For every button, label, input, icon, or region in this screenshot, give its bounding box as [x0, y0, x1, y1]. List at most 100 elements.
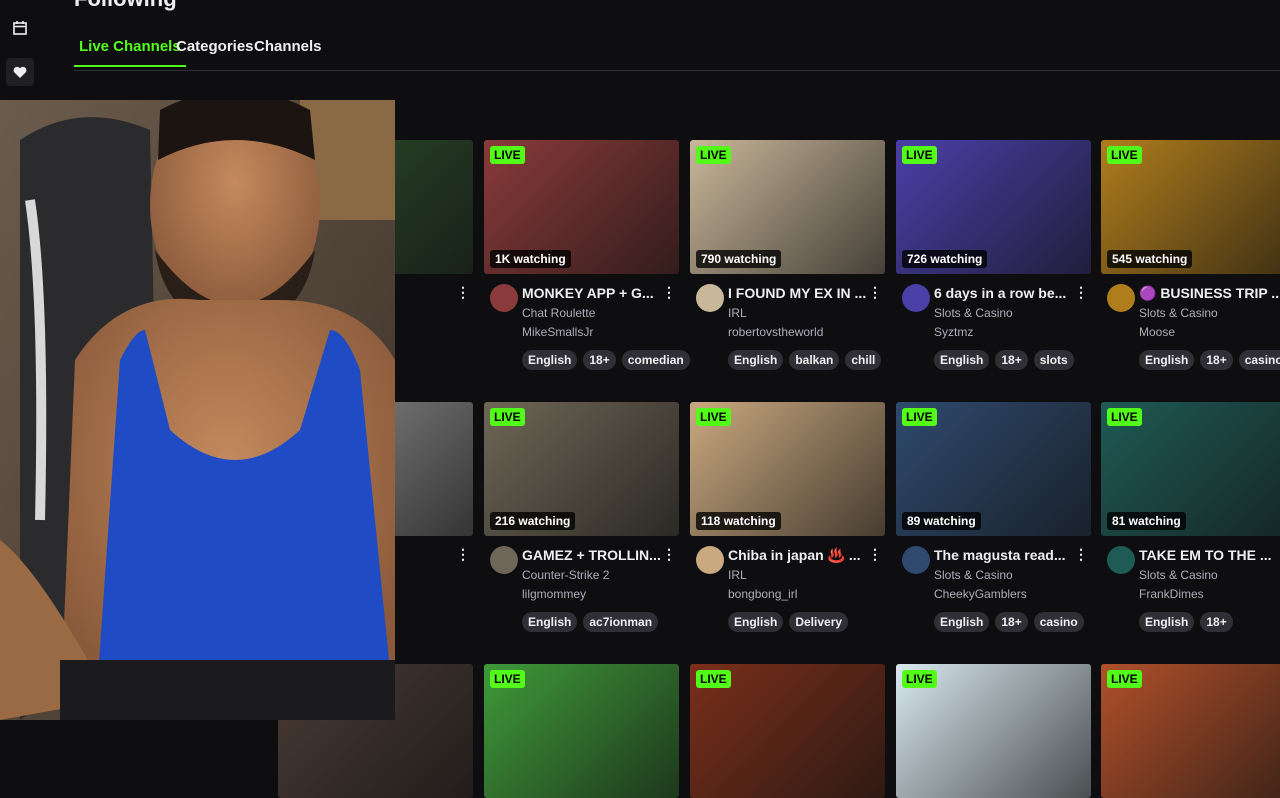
- stream-thumbnail[interactable]: LIVE 790 watching: [690, 140, 885, 274]
- live-badge: LIVE: [1107, 146, 1142, 164]
- more-options-icon[interactable]: ⋮: [1074, 546, 1088, 562]
- channel-name[interactable]: Syztmz: [934, 325, 973, 339]
- stream-thumbnail[interactable]: LIVE 89 watching: [896, 402, 1091, 536]
- live-badge: LIVE: [1107, 408, 1142, 426]
- category-link[interactable]: IRL: [728, 306, 747, 320]
- tag-list: English Delivery: [728, 612, 849, 632]
- category-link[interactable]: Chat Roulette: [522, 306, 595, 320]
- live-badge: LIVE: [696, 146, 731, 164]
- stream-title[interactable]: 6 days in a row be...: [934, 285, 1076, 301]
- more-options-icon[interactable]: ⋮: [662, 546, 676, 562]
- tab-live-channels[interactable]: Live Channels: [74, 36, 186, 67]
- channel-name[interactable]: Moose: [1139, 325, 1175, 339]
- tag-list: English 18+ comedian: [522, 350, 690, 370]
- tag-chip[interactable]: English: [522, 350, 578, 370]
- tag-list: English ac7ionman: [522, 612, 659, 632]
- tag-chip[interactable]: 18+: [995, 350, 1028, 370]
- tag-chip[interactable]: English: [1139, 612, 1195, 632]
- viewer-count: 81 watching: [1107, 512, 1186, 530]
- stream-thumbnail[interactable]: LIVE 726 watching: [896, 140, 1091, 274]
- stream-thumbnail[interactable]: LIVE 81 watching: [1101, 402, 1280, 536]
- following-tabs: Live Channels Categories Channels: [74, 36, 1280, 71]
- avatar[interactable]: [1107, 546, 1135, 574]
- avatar[interactable]: [696, 546, 724, 574]
- viewer-count: 89 watching: [902, 512, 981, 530]
- webcam-overlay: [0, 100, 395, 720]
- tag-chip[interactable]: chill: [845, 350, 882, 370]
- calendar-icon[interactable]: [6, 14, 34, 42]
- more-options-icon[interactable]: ⋮: [662, 284, 676, 300]
- tag-chip[interactable]: casino: [1033, 612, 1084, 632]
- stream-title[interactable]: TAKE EM TO THE ...: [1139, 547, 1280, 563]
- stream-thumbnail[interactable]: LIVE: [1101, 664, 1280, 798]
- channel-name[interactable]: lilgmommey: [522, 587, 586, 601]
- tag-list: English balkan chill: [728, 350, 882, 370]
- category-link[interactable]: Counter-Strike 2: [522, 568, 609, 582]
- tag-chip[interactable]: ac7ionman: [583, 612, 659, 632]
- tag-chip[interactable]: slots: [1033, 350, 1074, 370]
- stream-title[interactable]: 🟣 BUSINESS TRIP ...: [1139, 285, 1280, 302]
- tab-channels[interactable]: Channels: [249, 36, 327, 67]
- tag-chip[interactable]: 18+: [1200, 350, 1233, 370]
- stream-thumbnail[interactable]: LIVE: [690, 664, 885, 798]
- category-link[interactable]: Slots & Casino: [934, 306, 1013, 320]
- channel-name[interactable]: robertovstheworld: [728, 325, 823, 339]
- tag-chip[interactable]: comedian: [621, 350, 690, 370]
- channel-name[interactable]: CheekyGamblers: [934, 587, 1027, 601]
- stream-thumbnail[interactable]: LIVE: [896, 664, 1091, 798]
- tag-chip[interactable]: English: [522, 612, 578, 632]
- category-link[interactable]: IRL: [728, 568, 747, 582]
- stream-title[interactable]: Chiba in japan ♨️ ...: [728, 547, 870, 564]
- viewer-count: 1K watching: [490, 250, 571, 268]
- tag-chip[interactable]: English: [1139, 350, 1195, 370]
- tag-chip[interactable]: balkan: [789, 350, 840, 370]
- avatar[interactable]: [902, 284, 930, 312]
- tag-chip[interactable]: 18+: [583, 350, 616, 370]
- tag-chip[interactable]: English: [934, 350, 990, 370]
- stream-title[interactable]: GAMEZ + TROLLIN...: [522, 547, 664, 563]
- viewer-count: 545 watching: [1107, 250, 1193, 268]
- live-badge: LIVE: [490, 408, 525, 426]
- more-options-icon[interactable]: ⋮: [456, 284, 470, 300]
- live-badge: LIVE: [902, 146, 937, 164]
- tag-chip[interactable]: English: [934, 612, 990, 632]
- more-options-icon[interactable]: ⋮: [868, 546, 882, 562]
- heart-icon[interactable]: [6, 58, 34, 86]
- viewer-count: 118 watching: [696, 512, 781, 530]
- stream-thumbnail[interactable]: LIVE 216 watching: [484, 402, 679, 536]
- live-badge: LIVE: [696, 408, 731, 426]
- tag-chip[interactable]: 18+: [1200, 612, 1233, 632]
- category-link[interactable]: Slots & Casino: [1139, 306, 1218, 320]
- channel-name[interactable]: MikeSmallsJr: [522, 325, 593, 339]
- avatar[interactable]: [1107, 284, 1135, 312]
- tag-chip[interactable]: 18+: [995, 612, 1028, 632]
- stream-title[interactable]: MONKEY APP + G...: [522, 285, 664, 301]
- stream-title[interactable]: I FOUND MY EX IN ...: [728, 285, 870, 301]
- tag-list: English 18+ casino: [934, 612, 1084, 632]
- stream-thumbnail[interactable]: LIVE: [484, 664, 679, 798]
- stream-title[interactable]: The magusta read...: [934, 547, 1076, 563]
- more-options-icon[interactable]: ⋮: [1074, 284, 1088, 300]
- more-options-icon[interactable]: ⋮: [868, 284, 882, 300]
- live-badge: LIVE: [490, 670, 525, 688]
- avatar[interactable]: [490, 546, 518, 574]
- tag-chip[interactable]: Delivery: [789, 612, 849, 632]
- live-badge: LIVE: [490, 146, 525, 164]
- stream-thumbnail[interactable]: LIVE 1K watching: [484, 140, 679, 274]
- tag-chip[interactable]: English: [728, 612, 784, 632]
- avatar[interactable]: [696, 284, 724, 312]
- channel-name[interactable]: bongbong_irl: [728, 587, 797, 601]
- avatar[interactable]: [490, 284, 518, 312]
- stream-thumbnail[interactable]: LIVE 545 watching: [1101, 140, 1280, 274]
- category-link[interactable]: Slots & Casino: [934, 568, 1013, 582]
- tag-chip[interactable]: casino: [1238, 350, 1280, 370]
- channel-name[interactable]: FrankDimes: [1139, 587, 1204, 601]
- tag-list: English 18+: [1139, 612, 1233, 632]
- viewer-count: 726 watching: [902, 250, 988, 268]
- tab-categories[interactable]: Categories: [171, 36, 259, 67]
- tag-chip[interactable]: English: [728, 350, 784, 370]
- category-link[interactable]: Slots & Casino: [1139, 568, 1218, 582]
- stream-thumbnail[interactable]: LIVE 118 watching: [690, 402, 885, 536]
- more-options-icon[interactable]: ⋮: [456, 546, 470, 562]
- avatar[interactable]: [902, 546, 930, 574]
